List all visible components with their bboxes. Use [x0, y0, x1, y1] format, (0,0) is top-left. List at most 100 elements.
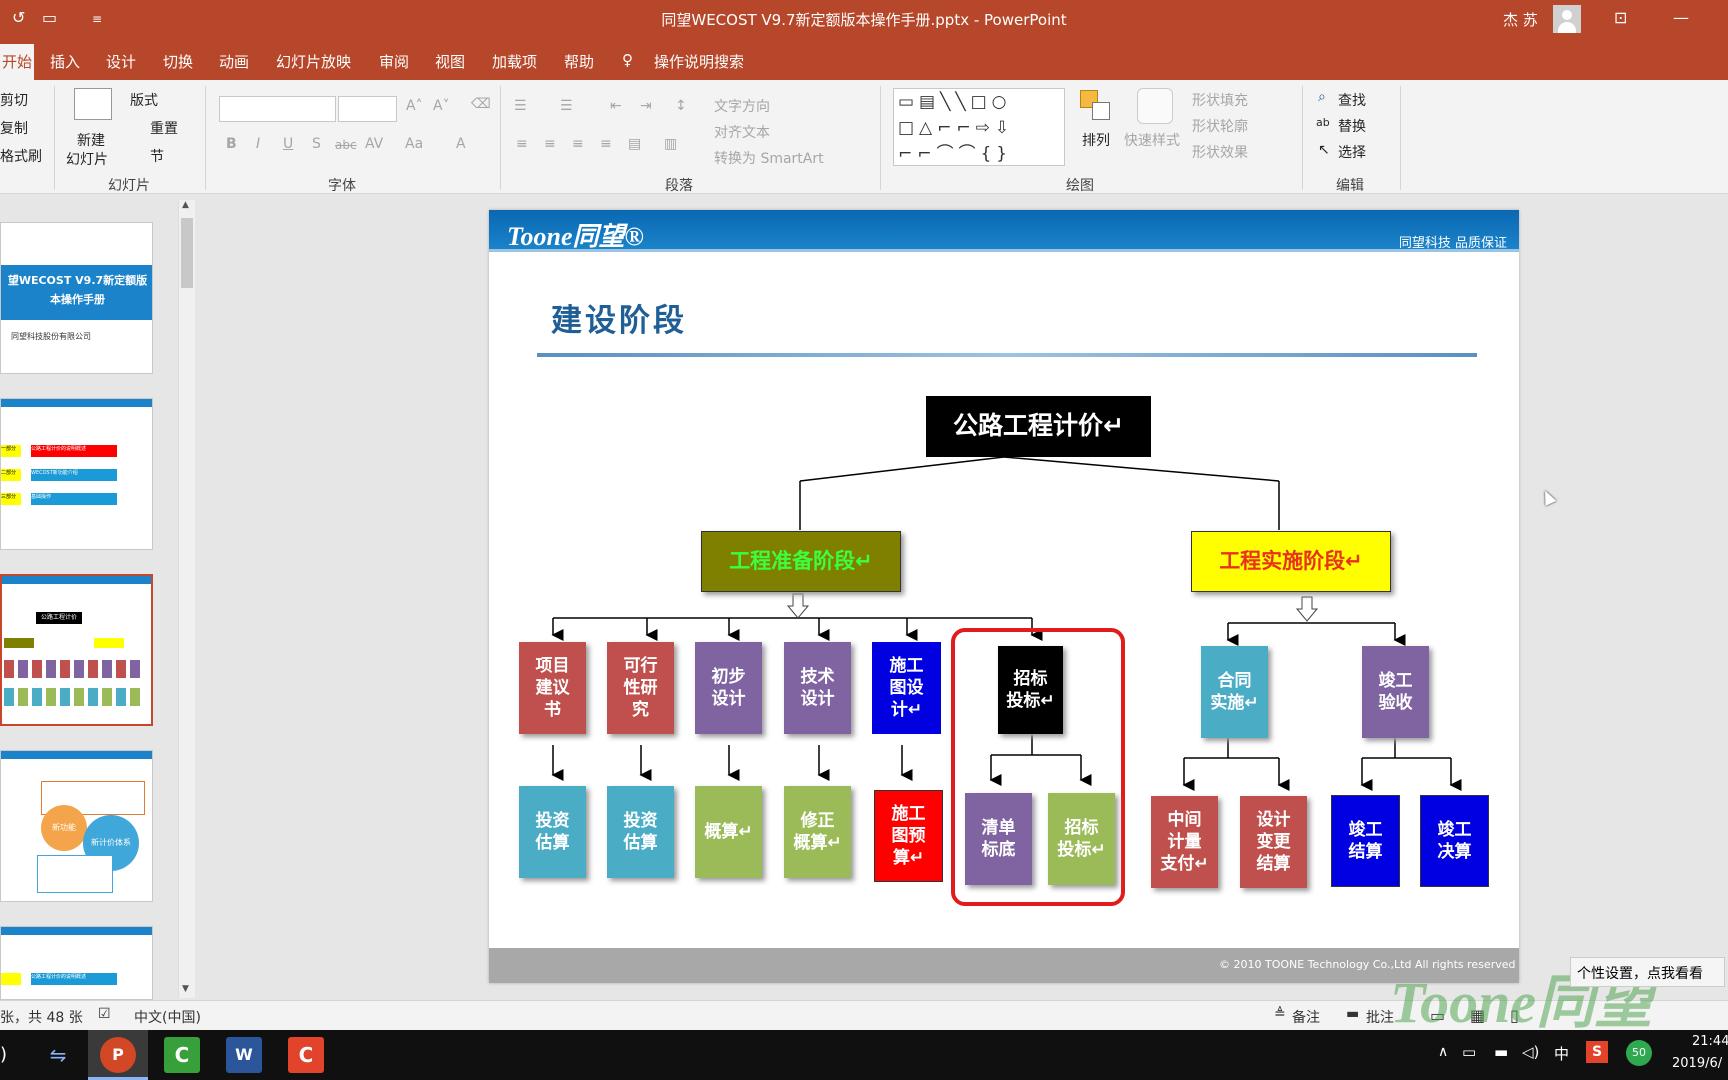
numbering-icon[interactable]: ☰ [560, 98, 573, 114]
change-case-button[interactable]: Aa [405, 136, 423, 152]
tab-home[interactable]: 开始 [0, 44, 34, 80]
red-c-app-icon[interactable]: C [288, 1037, 324, 1073]
tell-me-search[interactable]: 操作说明搜索 [654, 51, 744, 72]
shrink-font-icon[interactable]: A˅ [433, 98, 450, 114]
font-color-button[interactable]: A [456, 136, 466, 152]
clear-format-icon[interactable]: ⌫ [471, 96, 491, 112]
notes-button[interactable]: 备注 [1292, 1007, 1320, 1027]
ribbon-display-icon[interactable]: ⊡ [1614, 8, 1627, 27]
italic-button[interactable]: I [256, 136, 260, 152]
tab-slideshow[interactable]: 幻灯片放映 [276, 51, 351, 72]
scrollbar-thumb[interactable] [181, 218, 193, 288]
word-app-icon[interactable]: W [226, 1037, 262, 1073]
prep-bottom-node: 投资 估算 [519, 786, 586, 878]
tab-design[interactable]: 设计 [106, 51, 136, 72]
tab-view[interactable]: 视图 [435, 51, 465, 72]
format-painter-button[interactable]: 格式刷 [0, 146, 42, 166]
tab-review[interactable]: 审阅 [379, 51, 409, 72]
font-name-combo[interactable] [219, 96, 336, 122]
slide-thumbnail-2[interactable]: 一部分 公路工程计价的说明概述 二部分 WECOST新功能介绍 三部分 基础操作 [0, 398, 153, 550]
char-spacing-button[interactable]: AV [365, 136, 383, 152]
slide-thumbnail-1[interactable]: 望WECOST V9.7新定额版 本操作手册 同望科技股份有限公司 [0, 222, 153, 374]
copy-button[interactable]: 复制 [0, 118, 28, 138]
shadow-button[interactable]: S [312, 136, 321, 152]
indent-increase-icon[interactable]: ⇥ [640, 98, 652, 114]
new-slide-label[interactable]: 新建 [77, 130, 105, 150]
shapes-gallery[interactable]: ▭▤╲╲□○ □△⌐⌐⇨⇩ ⌐⌐⌒⌒{} [893, 88, 1065, 166]
sogou-icon[interactable]: S [1586, 1041, 1608, 1063]
align-center-icon[interactable]: ≡ [544, 136, 556, 152]
bold-button[interactable]: B [226, 136, 237, 152]
scroll-down-icon[interactable]: ▼ [182, 984, 189, 994]
smartart-button[interactable]: 转换为 SmartArt [714, 148, 824, 168]
bullets-icon[interactable]: ☰ [514, 98, 527, 114]
strikethrough-button[interactable]: abc [335, 138, 357, 152]
thumbnail-scrollbar[interactable]: ▲ ▼ [178, 200, 195, 998]
shape-fill-button[interactable]: 形状填充 [1192, 90, 1248, 110]
slide-thumbnail-4[interactable]: 新功能 新计价体系 [0, 750, 153, 902]
shape-effects-button[interactable]: 形状效果 [1192, 142, 1248, 162]
security-badge[interactable]: 50 [1626, 1040, 1652, 1066]
search-icon[interactable]: ⌕ [1318, 89, 1326, 105]
network-icon[interactable]: ▭ [1462, 1043, 1476, 1061]
align-left-icon[interactable]: ≡ [516, 136, 528, 152]
slide-canvas[interactable]: Toone同望® 同望科技 品质保证 建设阶段 公路工程计价↵ 工程准备阶段↵ … [489, 210, 1519, 983]
reset-button[interactable]: 重置 [150, 118, 178, 138]
tab-transitions[interactable]: 切换 [163, 51, 193, 72]
battery-icon[interactable]: ▬ [1494, 1043, 1508, 1061]
tab-help[interactable]: 帮助 [564, 51, 594, 72]
quick-styles-icon[interactable] [1137, 88, 1173, 124]
slide-thumbnail-3-selected[interactable]: 公路工程计价 [0, 574, 153, 726]
align-right-icon[interactable]: ≡ [572, 136, 584, 152]
tab-addins[interactable]: 加载项 [492, 51, 537, 72]
tray-expand-icon[interactable]: ∧ [1438, 1044, 1448, 1060]
powerpoint-app-icon[interactable]: P [100, 1037, 136, 1073]
slide-thumbnail-5[interactable]: 公路工程计价的说明概述 [0, 926, 153, 1000]
comments-icon[interactable]: ▬ [1346, 1006, 1359, 1022]
underline-button[interactable]: U [283, 136, 293, 152]
line-spacing-icon[interactable]: ↕ [675, 98, 687, 114]
text-direction-button[interactable]: 文字方向 [714, 96, 770, 116]
find-button[interactable]: 查找 [1338, 90, 1366, 110]
grow-font-icon[interactable]: A˄ [406, 98, 423, 114]
start-edge-icon[interactable]: ) [0, 1044, 7, 1065]
arrange-button[interactable]: 排列 [1082, 130, 1110, 150]
select-icon[interactable]: ↖ [1318, 142, 1330, 158]
clock-time[interactable]: 21:44 [1692, 1034, 1728, 1049]
cut-button[interactable]: 剪切 [0, 90, 28, 110]
tab-animations[interactable]: 动画 [219, 51, 249, 72]
notes-icon[interactable]: ≜ [1274, 1006, 1286, 1022]
align-text-button[interactable]: 对齐文本 [714, 122, 770, 142]
replace-button[interactable]: 替换 [1338, 116, 1366, 136]
prep-top-node: 施工 图设 计↵ [872, 642, 941, 734]
spell-check-icon[interactable]: ☑ [98, 1006, 111, 1022]
shape-outline-button[interactable]: 形状轮廓 [1192, 116, 1248, 136]
language-status[interactable]: 中文(中国) [134, 1007, 201, 1027]
mouse-cursor-icon [1539, 488, 1557, 506]
font-size-combo[interactable] [338, 96, 397, 122]
volume-icon[interactable]: ◁) [1522, 1043, 1539, 1061]
layout-button[interactable]: 版式 [130, 90, 158, 110]
network-app-icon[interactable]: ⇋ [40, 1037, 76, 1073]
tab-insert[interactable]: 插入 [50, 51, 80, 72]
arrange-icon[interactable] [1078, 88, 1114, 124]
select-button[interactable]: 选择 [1338, 142, 1366, 162]
new-slide-label-2[interactable]: 幻灯片 [66, 149, 108, 169]
user-name[interactable]: 杰 苏 [1503, 9, 1538, 30]
distribute-icon[interactable]: ▤ [628, 136, 641, 152]
section-button[interactable]: 节 [150, 146, 164, 166]
clock-date[interactable]: 2019/6/ [1672, 1056, 1722, 1071]
new-slide-icon[interactable] [74, 88, 112, 120]
replace-icon[interactable]: ab [1316, 116, 1330, 129]
minimize-icon[interactable]: — [1673, 8, 1689, 27]
quick-styles-button[interactable]: 快速样式 [1124, 130, 1180, 150]
avatar[interactable] [1553, 5, 1581, 33]
green-c-app-icon[interactable]: C [164, 1037, 200, 1073]
ime-mode[interactable]: 中 [1554, 1043, 1569, 1064]
scroll-up-icon[interactable]: ▲ [182, 200, 189, 210]
indent-decrease-icon[interactable]: ⇤ [610, 98, 622, 114]
ime-tip-box[interactable]: 个性设置，点我看看 [1570, 957, 1725, 987]
prep-bottom-node: 概算↵ [695, 786, 762, 878]
columns-icon[interactable]: ▥ [664, 136, 677, 152]
justify-icon[interactable]: ≡ [600, 136, 612, 152]
